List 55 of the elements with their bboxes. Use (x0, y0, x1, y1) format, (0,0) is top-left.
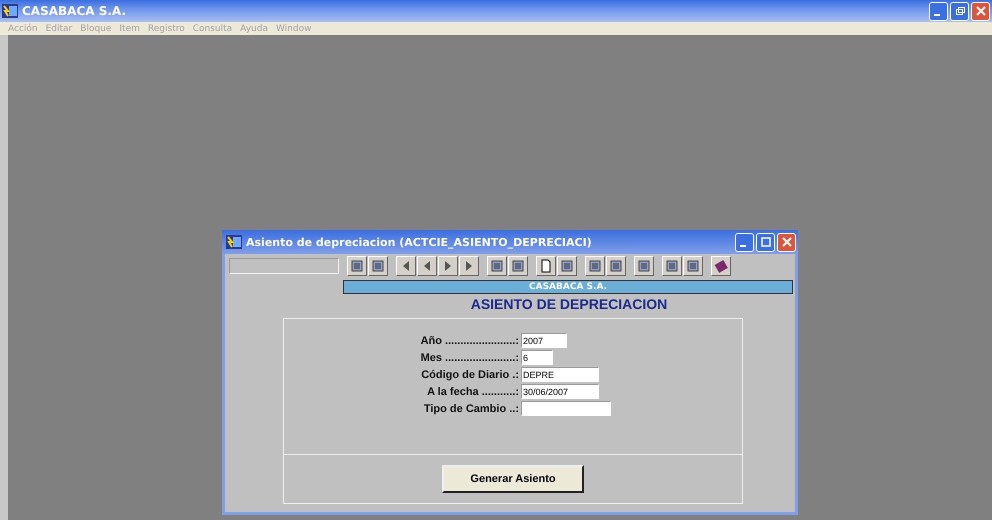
menu-item[interactable]: Bloque (80, 24, 112, 34)
minimize-icon (934, 14, 940, 16)
app-icon (2, 4, 18, 18)
minimize-icon (740, 245, 746, 247)
app-icon (226, 235, 242, 249)
input-field[interactable]: DEPRE (521, 367, 599, 382)
toolbar-button[interactable] (459, 256, 479, 276)
field-label: Tipo de Cambio ..: (422, 402, 519, 414)
close-icon (976, 6, 986, 16)
window-title: CASABACA S.A. (22, 4, 126, 18)
close-button[interactable] (971, 2, 990, 20)
toolbar-button[interactable] (536, 256, 556, 276)
field-label: Código de Diario .: (420, 368, 519, 380)
menu-item[interactable]: Consulta (192, 24, 232, 34)
input-field[interactable]: 2007 (521, 333, 567, 348)
maximize-icon (760, 237, 770, 247)
input-field[interactable]: 30/06/2007 (521, 384, 599, 399)
company-banner: CASABACA S.A. (343, 280, 793, 294)
minimize-button[interactable] (735, 232, 754, 252)
input-field[interactable]: 6 (521, 350, 553, 365)
minimize-button[interactable] (929, 2, 948, 20)
close-button[interactable] (777, 232, 796, 252)
menu-item[interactable]: Acción (8, 24, 38, 34)
generate-button[interactable]: Generar Asiento (442, 465, 584, 493)
toolbar-button[interactable] (606, 256, 626, 276)
field-label: Mes .......................: (420, 352, 519, 364)
toolbar-button[interactable] (662, 256, 682, 276)
toolbar-button[interactable] (683, 256, 703, 276)
menu-item[interactable]: Registro (148, 24, 185, 34)
new-document-icon (539, 259, 553, 273)
status-field[interactable] (229, 258, 339, 274)
field-label: A la fecha ...........: (426, 386, 519, 398)
input-field[interactable] (521, 401, 611, 416)
toolbar-button[interactable] (347, 256, 367, 276)
toolbar-button[interactable] (368, 256, 388, 276)
toolbar-button[interactable] (487, 256, 507, 276)
menu-item[interactable]: Item (119, 24, 140, 34)
close-icon (782, 237, 792, 247)
form-heading: ASIENTO DE DEPRECIACION (470, 296, 668, 312)
restore-button[interactable] (950, 2, 969, 20)
toolbar-button[interactable] (557, 256, 577, 276)
menu-item[interactable]: Editar (46, 24, 72, 34)
toolbar-button[interactable] (417, 256, 437, 276)
toolbar-button[interactable] (585, 256, 605, 276)
toolbar-button[interactable] (508, 256, 528, 276)
toolbar-button[interactable] (438, 256, 458, 276)
toolbar-button[interactable] (634, 256, 654, 276)
menu-item[interactable]: Ayuda (240, 24, 268, 34)
field-label: Año .......................: (420, 334, 519, 346)
toolbar-button[interactable] (396, 256, 416, 276)
menu-item[interactable]: Window (276, 24, 312, 34)
toolbar-button[interactable] (711, 256, 731, 276)
restore-icon (954, 6, 964, 16)
dialog-title: Asiento de depreciacion (ACTCIE_ASIENTO_DEPRECIACI) (246, 236, 592, 248)
maximize-button[interactable] (756, 232, 775, 252)
